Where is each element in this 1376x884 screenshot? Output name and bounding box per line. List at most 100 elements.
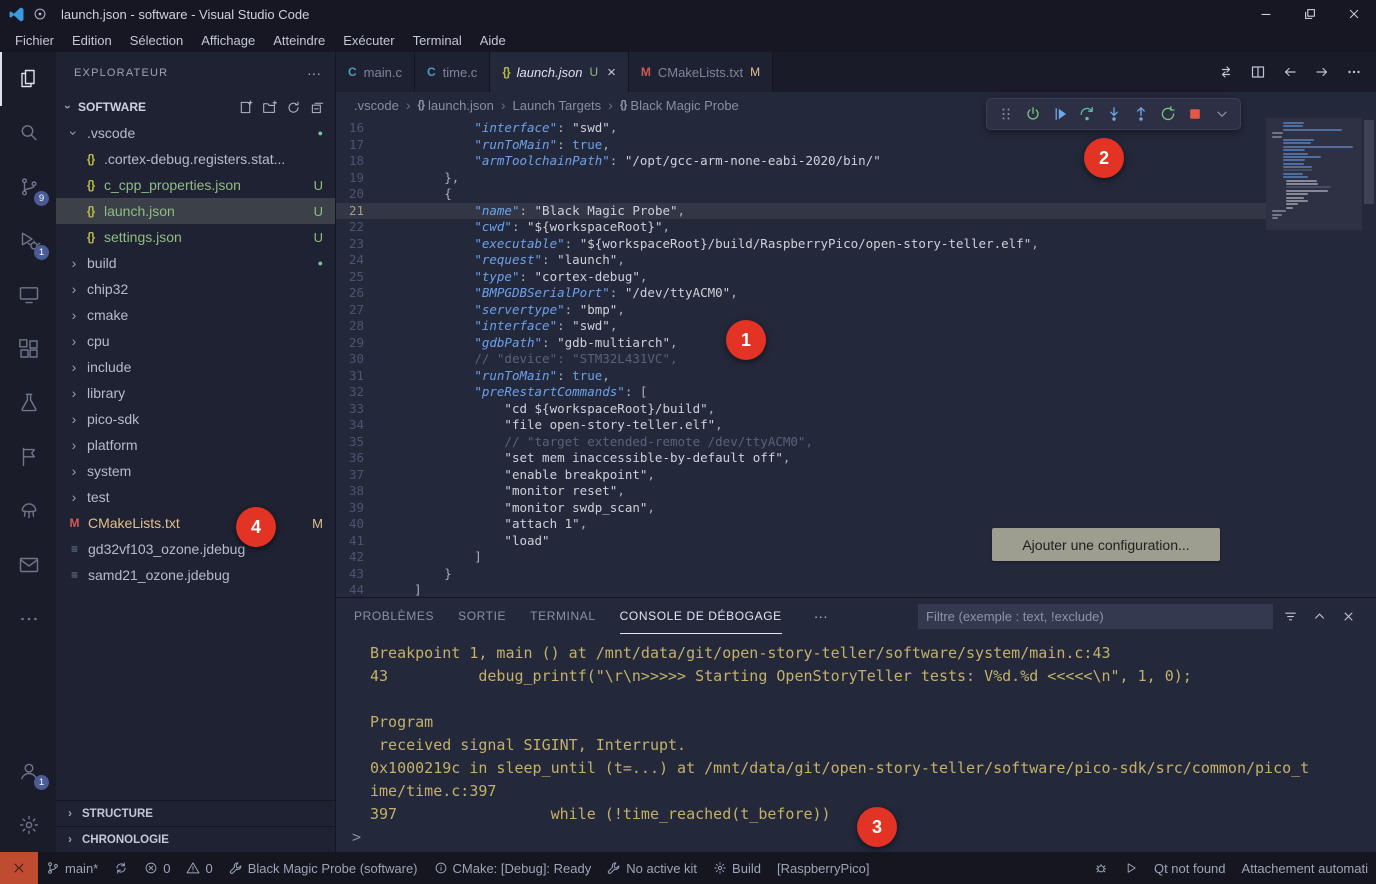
stop-button[interactable] bbox=[1182, 101, 1207, 127]
panel-tab-console-de-d-bogage[interactable]: CONSOLE DE DÉBOGAGE bbox=[620, 598, 782, 634]
refresh-icon[interactable] bbox=[286, 100, 301, 115]
console-filter-input[interactable] bbox=[918, 604, 1273, 629]
tree-item-chip32[interactable]: ›chip32 bbox=[56, 276, 335, 302]
continue-button[interactable] bbox=[1047, 101, 1072, 127]
tree-item-library[interactable]: ›library bbox=[56, 380, 335, 406]
menu-item-6[interactable]: Exécuter bbox=[334, 30, 403, 50]
panel-tab-terminal[interactable]: TERMINAL bbox=[530, 598, 595, 634]
activity-item-flag[interactable] bbox=[0, 430, 56, 484]
minimize-icon[interactable] bbox=[1244, 0, 1288, 28]
activity-item-run-and-debug[interactable]: 1 bbox=[0, 214, 56, 268]
tree-item-settings.json[interactable]: {}settings.jsonU bbox=[56, 224, 335, 250]
menu-item-3[interactable]: Sélection bbox=[121, 30, 192, 50]
restore-icon[interactable] bbox=[1288, 0, 1332, 28]
activity-item-testing[interactable] bbox=[0, 376, 56, 430]
status-build[interactable]: Build bbox=[705, 852, 769, 884]
section-structure[interactable]: ›STRUCTURE bbox=[56, 800, 335, 826]
tree-item-c_cpp_properties.json[interactable]: {}c_cpp_properties.jsonU bbox=[56, 172, 335, 198]
tree-item-test[interactable]: ›test bbox=[56, 484, 335, 510]
close-window-icon[interactable] bbox=[1332, 0, 1376, 28]
activity-item-remote-explorer[interactable] bbox=[0, 268, 56, 322]
console-input-prompt[interactable]: > bbox=[352, 826, 1316, 849]
menu-item-5[interactable]: Atteindre bbox=[264, 30, 334, 50]
tree-item-cmake[interactable]: ›cmake bbox=[56, 302, 335, 328]
panel-tab-probl-mes[interactable]: PROBLÈMES bbox=[354, 598, 434, 634]
menu-item-4[interactable]: Affichage bbox=[192, 30, 264, 50]
more-button[interactable] bbox=[1209, 101, 1234, 127]
activity-item-extensions[interactable] bbox=[0, 322, 56, 376]
status-variant[interactable]: [RaspberryPico] bbox=[769, 852, 877, 884]
compare-icon[interactable] bbox=[1218, 64, 1234, 80]
status-auto-attach[interactable]: Attachement automati bbox=[1234, 852, 1376, 884]
tree-item-samd21_ozone.jdebug[interactable]: ≡samd21_ozone.jdebug bbox=[56, 562, 335, 588]
activity-item-explorer[interactable] bbox=[0, 52, 56, 106]
activity-item-more[interactable] bbox=[0, 592, 56, 646]
status-debug-target[interactable]: Black Magic Probe (software) bbox=[221, 852, 426, 884]
panel-more-actions-icon[interactable]: ··· bbox=[814, 608, 828, 624]
collapse-all-icon[interactable] bbox=[310, 100, 325, 115]
panel-tab-sortie[interactable]: SORTIE bbox=[458, 598, 506, 634]
close-tab-icon[interactable]: × bbox=[607, 65, 616, 80]
status-remote[interactable] bbox=[0, 852, 38, 884]
add-configuration-button[interactable]: Ajouter une configuration... bbox=[992, 528, 1220, 561]
close-panel-icon[interactable] bbox=[1341, 609, 1356, 624]
scrollbar-slider[interactable] bbox=[1364, 120, 1374, 204]
status-kit[interactable]: No active kit bbox=[599, 852, 705, 884]
activity-item-accounts[interactable]: 1 bbox=[0, 744, 56, 798]
status-debug[interactable] bbox=[1086, 852, 1116, 884]
tree-item-.cortex-debug.registers.stat...[interactable]: {}.cortex-debug.registers.stat... bbox=[56, 146, 335, 172]
minimap[interactable] bbox=[1266, 118, 1362, 597]
tree-item-gd32vf103_ozone.jdebug[interactable]: ≡gd32vf103_ozone.jdebug bbox=[56, 536, 335, 562]
status-qt[interactable]: Qt not found bbox=[1146, 852, 1234, 884]
tree-item-launch.json[interactable]: {}launch.jsonU bbox=[56, 198, 335, 224]
menu-item-7[interactable]: Terminal bbox=[404, 30, 471, 50]
status-run[interactable] bbox=[1116, 852, 1146, 884]
tree-item-include[interactable]: ›include bbox=[56, 354, 335, 380]
tree-item-CMakeLists.txt[interactable]: MCMakeLists.txtM bbox=[56, 510, 335, 536]
tree-item-.vscode[interactable]: ›.vscode● bbox=[56, 120, 335, 146]
status-cmake-status[interactable]: CMake: [Debug]: Ready bbox=[426, 852, 600, 884]
explorer-section-header[interactable]: › SOFTWARE bbox=[56, 94, 335, 120]
nav-back-icon[interactable] bbox=[1282, 64, 1298, 80]
status-warnings[interactable]: 0 bbox=[178, 852, 220, 884]
step-out-button[interactable] bbox=[1128, 101, 1153, 127]
activity-item-search[interactable] bbox=[0, 106, 56, 160]
breadcrumb-.vscode[interactable]: .vscode bbox=[354, 98, 399, 113]
nav-forward-icon[interactable] bbox=[1314, 64, 1330, 80]
activity-item-jellyfish[interactable] bbox=[0, 484, 56, 538]
maximize-panel-icon[interactable] bbox=[1312, 609, 1327, 624]
menu-item-2[interactable]: Edition bbox=[63, 30, 121, 50]
breadcrumb-black-magic-probe[interactable]: {}Black Magic Probe bbox=[620, 98, 739, 113]
filter-icon[interactable] bbox=[1283, 609, 1298, 624]
split-editor-icon[interactable] bbox=[1250, 64, 1266, 80]
breadcrumb-launch.json[interactable]: {}launch.json bbox=[417, 98, 493, 113]
step-into-button[interactable] bbox=[1101, 101, 1126, 127]
activity-item-source-control[interactable]: 9 bbox=[0, 160, 56, 214]
menu-item-8[interactable]: Aide bbox=[471, 30, 515, 50]
breadcrumb-launch-targets[interactable]: Launch Targets bbox=[513, 98, 602, 113]
activity-item-settings[interactable] bbox=[0, 798, 56, 852]
drag-button[interactable] bbox=[993, 101, 1018, 127]
tree-item-platform[interactable]: ›platform bbox=[56, 432, 335, 458]
tab-main.c[interactable]: Cmain.c bbox=[336, 52, 415, 92]
more-icon[interactable] bbox=[1346, 64, 1362, 80]
power-button[interactable] bbox=[1020, 101, 1045, 127]
menu-item-1[interactable]: Fichier bbox=[6, 30, 63, 50]
step-over-button[interactable] bbox=[1074, 101, 1099, 127]
new-folder-icon[interactable] bbox=[262, 100, 277, 115]
status-errors[interactable]: 0 bbox=[136, 852, 178, 884]
tab-CMakeLists.txt[interactable]: MCMakeLists.txtM bbox=[629, 52, 773, 92]
tab-time.c[interactable]: Ctime.c bbox=[415, 52, 490, 92]
code-editor[interactable]: 16 "interface": "swd",17 "runToMain": tr… bbox=[336, 118, 1376, 597]
editor-scrollbar[interactable] bbox=[1362, 118, 1376, 597]
restart-button[interactable] bbox=[1155, 101, 1180, 127]
status-sync[interactable] bbox=[106, 852, 136, 884]
tree-item-cpu[interactable]: ›cpu bbox=[56, 328, 335, 354]
tree-item-system[interactable]: ›system bbox=[56, 458, 335, 484]
new-file-icon[interactable] bbox=[238, 100, 253, 115]
activity-item-mail[interactable] bbox=[0, 538, 56, 592]
tab-launch.json[interactable]: {}launch.jsonU× bbox=[490, 52, 629, 92]
tree-item-pico-sdk[interactable]: ›pico-sdk bbox=[56, 406, 335, 432]
sidebar-more-actions-icon[interactable]: ··· bbox=[307, 65, 321, 81]
section-chronologie[interactable]: ›CHRONOLOGIE bbox=[56, 826, 335, 852]
